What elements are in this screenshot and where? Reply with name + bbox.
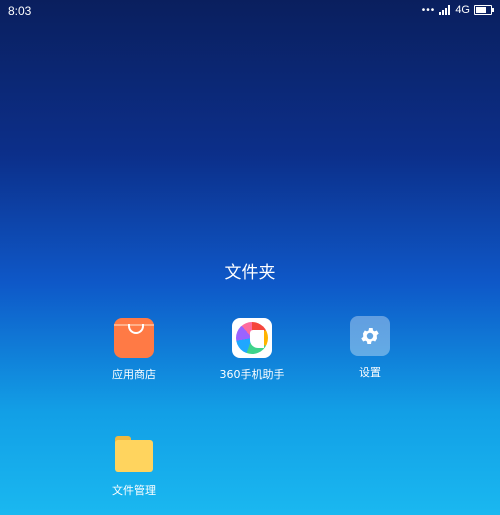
notification-dots: ••• xyxy=(421,4,436,16)
app-file-manager[interactable]: 文件管理 xyxy=(79,434,189,498)
battery-level xyxy=(476,7,486,13)
folder-icon[interactable] xyxy=(114,434,154,474)
status-time: 8:03 xyxy=(8,4,32,18)
network-type: 4G xyxy=(455,4,470,16)
app-label: 设置 xyxy=(359,366,381,379)
shopping-bag-icon[interactable] xyxy=(114,318,154,358)
app-label: 应用商店 xyxy=(112,368,156,381)
app-label: 文件管理 xyxy=(112,484,156,497)
app-store[interactable]: 应用商店 xyxy=(79,318,189,382)
assistant-360-icon[interactable] xyxy=(232,318,272,358)
battery-icon xyxy=(474,5,494,15)
app-360-assistant[interactable]: 360手机助手 xyxy=(197,318,307,382)
signal-icon xyxy=(439,5,451,15)
app-settings[interactable]: 设置 xyxy=(315,316,425,380)
status-indicators: ••• 4G xyxy=(421,4,494,16)
app-label: 360手机助手 xyxy=(219,368,285,381)
folder-title[interactable]: 文件夹 xyxy=(0,258,500,283)
gear-icon[interactable] xyxy=(350,316,390,356)
status-bar: 8:03 ••• 4G xyxy=(0,0,500,22)
